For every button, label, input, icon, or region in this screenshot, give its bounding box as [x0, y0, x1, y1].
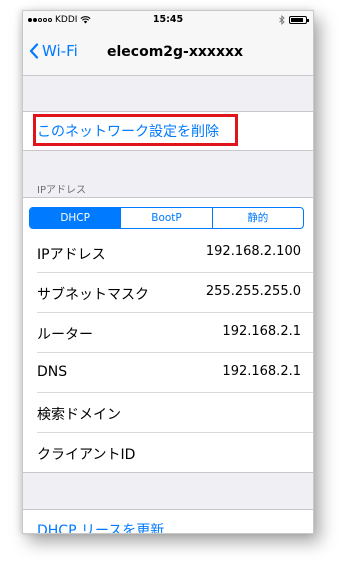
navigation-bar: Wi-Fi elecom2g-xxxxxx [23, 31, 313, 76]
segment-static[interactable]: 静的 [211, 208, 303, 228]
row-label: IPアドレス [37, 247, 106, 263]
row-label: 検索ドメイン [37, 407, 121, 423]
phone-screen: KDDI 15:45 Wi-Fi elecom2g-xxxxxx このネットワー… [22, 10, 314, 534]
ip-address-row: IPアドレス 192.168.2.100 [37, 233, 313, 273]
back-button[interactable]: Wi-Fi [29, 42, 78, 60]
chevron-left-icon [29, 43, 39, 59]
forget-network-cell: このネットワーク設定を削除 [23, 111, 313, 151]
status-time: 15:45 [152, 14, 184, 25]
segment-bootp[interactable]: BootP [120, 208, 211, 228]
status-right [279, 15, 309, 25]
renew-lease-button[interactable]: DHCP リースを更新 [37, 520, 164, 533]
dns-row[interactable]: DNS 192.168.2.1 [37, 353, 313, 393]
bluetooth-icon [279, 15, 285, 25]
client-id-row[interactable]: クライアントID [37, 433, 313, 472]
row-value: 192.168.2.1 [222, 364, 301, 379]
row-value: 255.255.255.0 [205, 284, 301, 299]
row-label: サブネットマスク [37, 287, 149, 303]
router-row: ルーター 192.168.2.1 [37, 313, 313, 353]
row-label: クライアントID [37, 447, 136, 463]
search-domain-row[interactable]: 検索ドメイン [37, 393, 313, 433]
renew-lease-cell: DHCP リースを更新 [23, 509, 313, 533]
page-title: elecom2g-xxxxxx [107, 44, 244, 60]
battery-icon [289, 16, 309, 24]
ip-mode-cell: DHCP BootP 静的 [23, 197, 313, 234]
segment-dhcp[interactable]: DHCP [30, 208, 121, 228]
status-bar: KDDI 15:45 [23, 11, 313, 31]
row-value: 192.168.2.1 [222, 324, 301, 339]
forget-network-button[interactable]: このネットワーク設定を削除 [37, 121, 219, 141]
back-button-label: Wi-Fi [42, 42, 78, 60]
ip-mode-segmented-control: DHCP BootP 静的 [29, 207, 304, 229]
subnet-mask-row: サブネットマスク 255.255.255.0 [37, 273, 313, 313]
row-value: 192.168.2.100 [205, 244, 301, 259]
row-label: ルーター [37, 327, 93, 343]
battery-fill [291, 18, 303, 22]
row-label: DNS [37, 364, 68, 380]
ip-details-list: IPアドレス 192.168.2.100 サブネットマスク 255.255.25… [23, 233, 313, 473]
ip-section-header: IPアドレス [37, 185, 86, 196]
